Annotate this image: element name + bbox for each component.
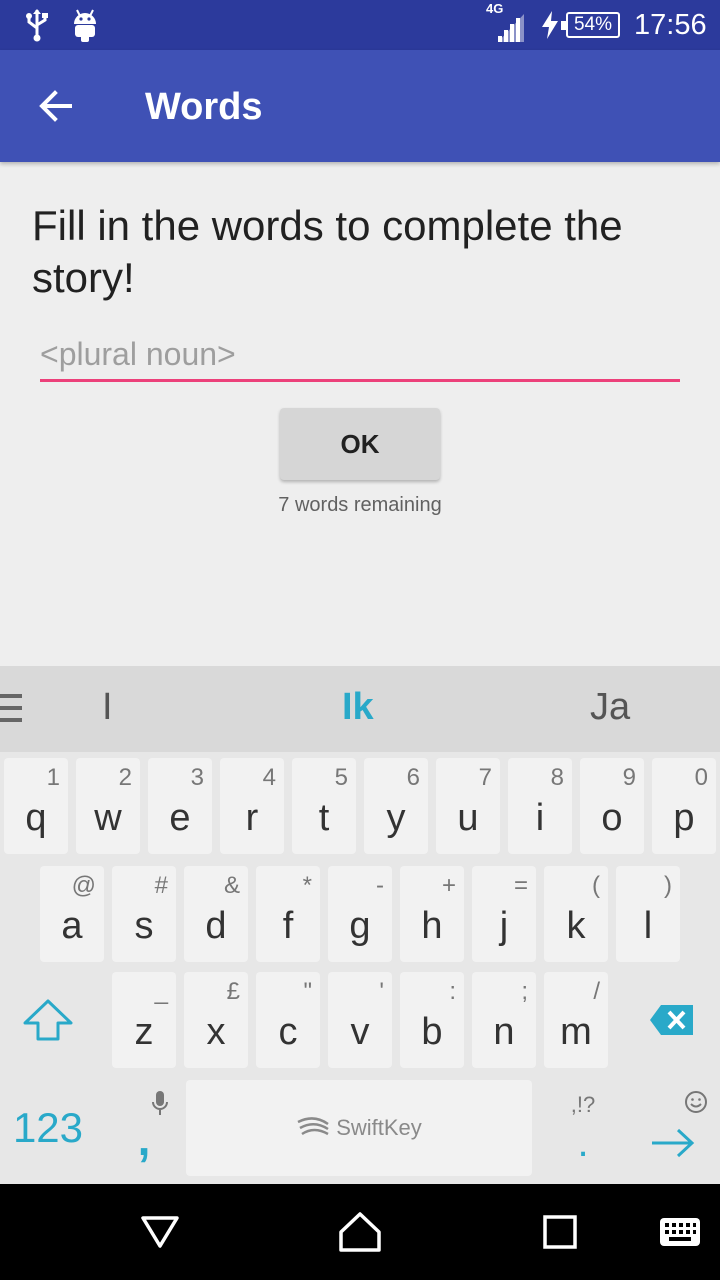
shift-icon	[23, 999, 73, 1041]
key-r[interactable]: 4r	[220, 758, 284, 854]
menu-icon[interactable]	[0, 694, 22, 722]
period-alternates: ,!?	[570, 1092, 596, 1117]
swiftkey-logo-icon	[297, 1117, 329, 1136]
key-l[interactable]: ) l	[616, 866, 680, 962]
navigation-bar	[0, 1184, 720, 1280]
key-t[interactable]: 5t	[292, 758, 356, 854]
charging-icon	[542, 11, 558, 39]
nav-keyboard-switch-button[interactable]	[656, 1208, 704, 1256]
android-debug-icon	[74, 9, 96, 42]
ok-button[interactable]: OK	[280, 408, 440, 480]
key-m[interactable]: / m	[544, 972, 608, 1068]
key-u[interactable]: 7u	[436, 758, 500, 854]
recents-icon	[543, 1215, 577, 1249]
key-s[interactable]: # s	[112, 866, 176, 962]
key-v[interactable]: ' v	[328, 972, 392, 1068]
back-triangle-icon	[141, 1216, 179, 1248]
key-q[interactable]: 1q	[4, 758, 68, 854]
swiftkey-keyboard: I Ik Ja 1q 2w 3e 4r 5t 6y 7u 8i 9o 0p @ a…	[0, 666, 720, 1184]
suggestion-left[interactable]: I	[102, 686, 113, 729]
shift-key[interactable]	[0, 972, 96, 1068]
battery-level: 54%	[573, 14, 613, 35]
key-d[interactable]: & d	[184, 866, 248, 962]
clock: 17:56	[634, 9, 707, 41]
key-x[interactable]: £ x	[184, 972, 248, 1068]
key-i[interactable]: 8i	[508, 758, 572, 854]
page-title: Words	[145, 86, 263, 128]
story-prompt: Fill in the words to complete the story!	[32, 202, 623, 301]
key-o[interactable]: 9o	[580, 758, 644, 854]
signal-icon	[498, 14, 524, 42]
word-input[interactable]	[40, 330, 680, 382]
key-b[interactable]: :b	[400, 972, 464, 1068]
key-k[interactable]: (k	[544, 866, 608, 962]
period-key[interactable]: ,!? .	[546, 1080, 620, 1176]
usb-icon	[26, 9, 48, 42]
swiftkey-brand: SwiftKey	[336, 1115, 422, 1140]
key-c[interactable]: " c	[256, 972, 320, 1068]
words-remaining-label: 7 words remaining	[278, 494, 442, 516]
backspace-key[interactable]	[624, 972, 720, 1068]
key-f[interactable]: * f	[256, 866, 320, 962]
app-bar: Words	[0, 50, 720, 162]
status-bar: 4G 54% 17:56	[0, 0, 720, 50]
key-p[interactable]: 0p	[652, 758, 716, 854]
home-icon	[339, 1212, 381, 1252]
space-key[interactable]: SwiftKey	[186, 1080, 532, 1176]
key-y[interactable]: 6y	[364, 758, 428, 854]
back-button[interactable]	[30, 80, 82, 132]
key-n[interactable]: ; n	[472, 972, 536, 1068]
key-w[interactable]: 2w	[76, 758, 140, 854]
enter-arrow-icon	[652, 1128, 695, 1158]
keyboard-switch-icon	[660, 1218, 700, 1246]
key-h[interactable]: + h	[400, 866, 464, 962]
arrow-back-icon	[39, 90, 72, 122]
key-z[interactable]: _ z	[112, 972, 176, 1068]
suggestion-center[interactable]: Ik	[342, 686, 374, 729]
key-a[interactable]: @ a	[40, 866, 104, 962]
comma-label: ,	[137, 1113, 151, 1165]
comma-key[interactable]: ,	[112, 1080, 176, 1176]
nav-home-button[interactable]	[336, 1208, 384, 1256]
backspace-icon	[650, 1005, 693, 1035]
key-g[interactable]: -g	[328, 866, 392, 962]
numbers-key[interactable]: 123	[0, 1080, 96, 1176]
suggestion-bar: I Ik Ja	[0, 666, 720, 752]
nav-recents-button[interactable]	[536, 1208, 584, 1256]
key-j[interactable]: = j	[472, 866, 536, 962]
suggestion-right[interactable]: Ja	[590, 686, 630, 729]
period-label: .	[577, 1121, 589, 1165]
emoji-icon	[685, 1091, 707, 1113]
key-e[interactable]: 3e	[148, 758, 212, 854]
battery-icon: 54%	[561, 12, 620, 38]
nav-back-button[interactable]	[136, 1208, 184, 1256]
enter-key[interactable]	[624, 1080, 720, 1176]
